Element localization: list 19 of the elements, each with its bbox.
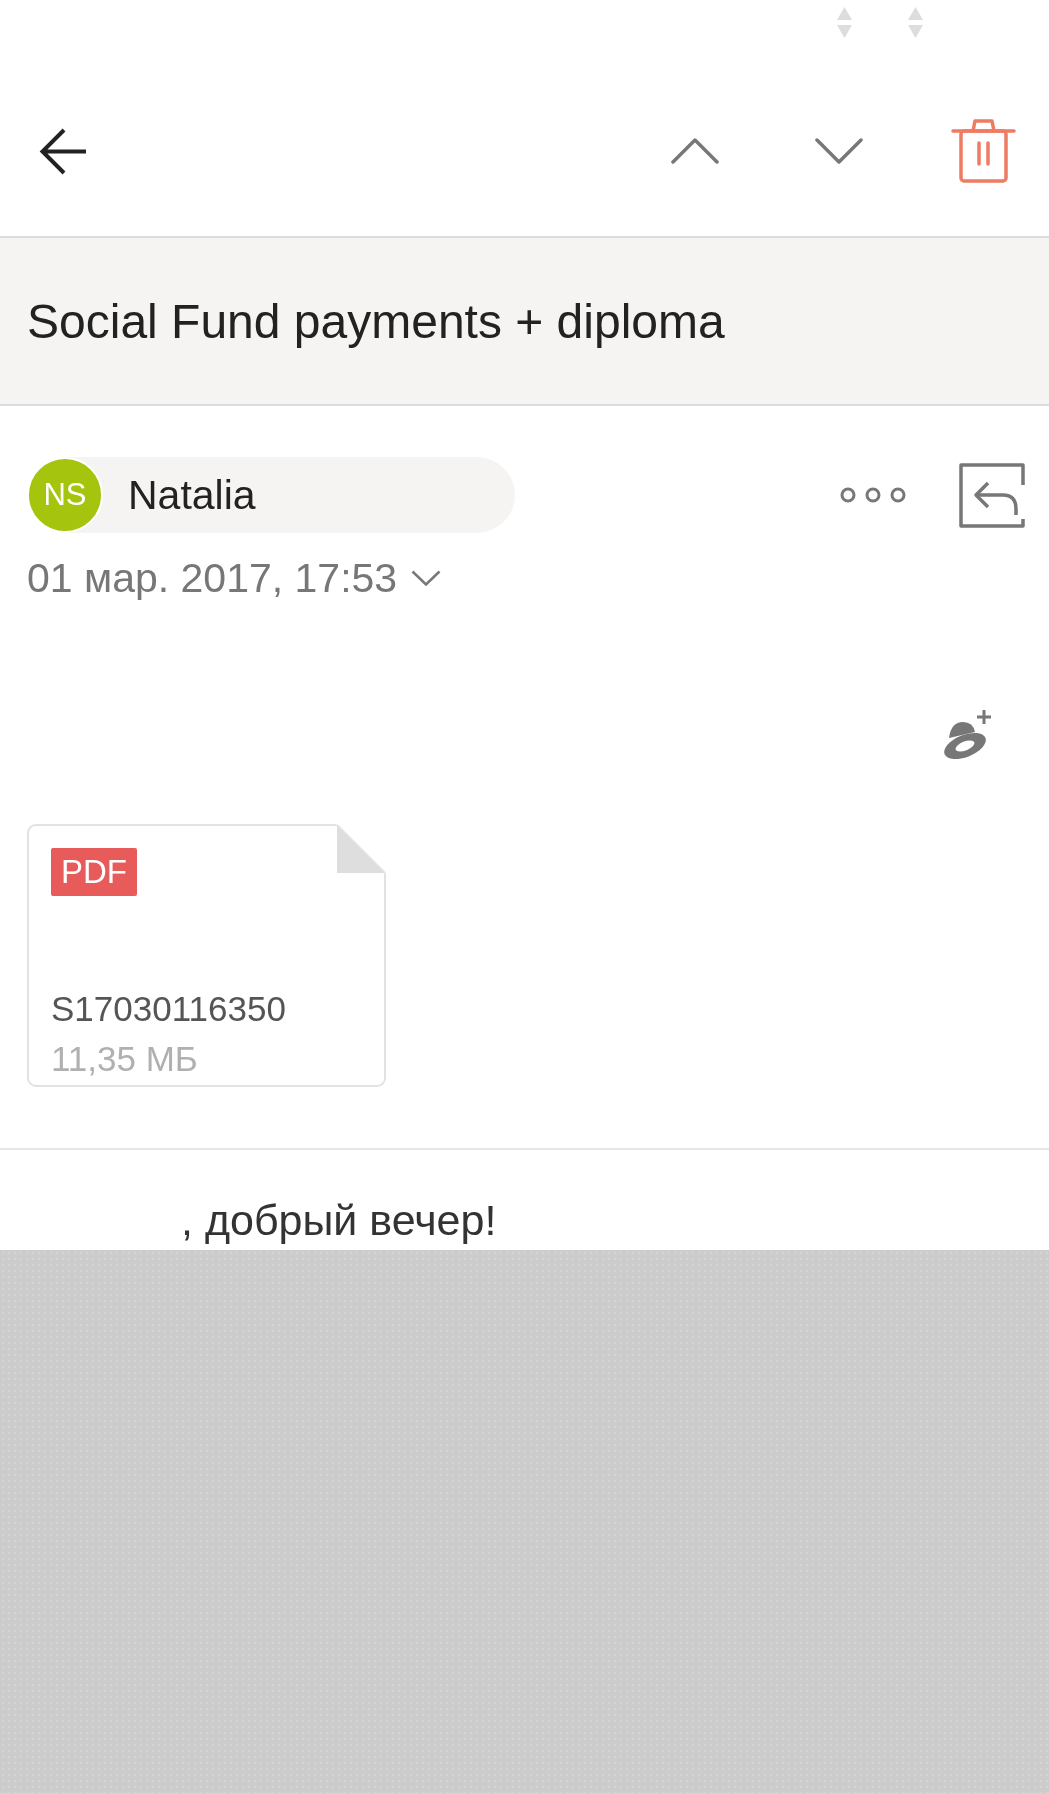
reply-icon [959, 462, 1025, 528]
up-down-arrows-icon [837, 7, 852, 38]
file-type-badge: PDF [51, 848, 137, 896]
back-arrow-icon [39, 127, 87, 175]
file-name: S17030116350 [51, 988, 286, 1030]
message-subject: Social Fund payments + diploma [27, 293, 725, 349]
up-down-arrows-icon [908, 7, 923, 38]
message-greeting: , добрый вечер! [181, 1195, 497, 1245]
trash-icon [950, 118, 1016, 184]
attachment-card[interactable]: PDF S17030116350 11,35 МБ [27, 824, 386, 1087]
sender-chip[interactable]: NS Natalia [27, 457, 515, 533]
chevron-down-icon [411, 570, 442, 586]
chevron-down-icon [815, 138, 863, 164]
folded-corner-icon [336, 824, 386, 874]
chevron-up-icon [671, 138, 719, 164]
sender-avatar: NS [27, 457, 103, 533]
date-toggle[interactable]: 01 мар. 2017, 17:53 [27, 555, 442, 601]
more-dots-icon [840, 487, 906, 503]
file-size: 11,35 МБ [51, 1038, 198, 1080]
